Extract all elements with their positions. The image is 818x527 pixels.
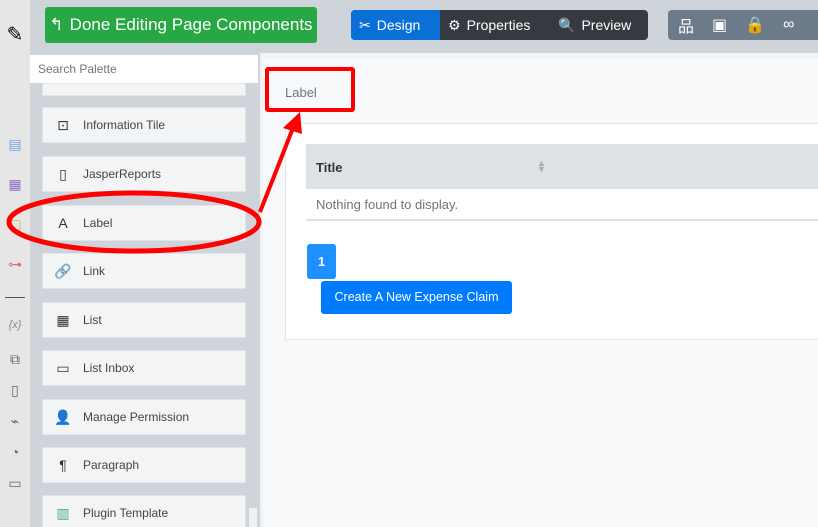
script-icon[interactable]: ▭: [5, 475, 25, 492]
list-icon: ▦: [56, 311, 70, 328]
label-text: Label: [285, 85, 317, 100]
sitemap-icon[interactable]: 品: [678, 13, 694, 37]
item-label: Label: [83, 216, 113, 230]
item-label: JasperReports: [83, 167, 162, 181]
page-button[interactable]: 1: [307, 244, 336, 279]
tool-group: 品 ▣ 🔒 ∞: [668, 10, 818, 40]
tab-design[interactable]: ✂ Design: [351, 10, 440, 40]
tab-properties[interactable]: ⚙ Properties: [440, 10, 550, 40]
item-label: Manage Permission: [83, 410, 190, 424]
mode-toggle: ✂ Design ⚙ Properties 🔍 Preview: [351, 10, 648, 40]
palette-item-list-inbox[interactable]: ▭ List Inbox: [42, 350, 246, 386]
gauge-icon[interactable]: ◔: [5, 444, 25, 460]
tab-preview[interactable]: 🔍 Preview: [550, 10, 639, 40]
tile-icon: ⊡: [57, 116, 69, 133]
palette-item-manage-permission[interactable]: 👤 Manage Permission: [42, 399, 246, 435]
table-header-title[interactable]: Title: [306, 144, 818, 189]
left-rail: ✎ ▤ ▦ ▢ ⊶ {x} ⧉ ▯ ⌁ ◔ ▭: [0, 0, 30, 527]
item-label: List Inbox: [83, 361, 135, 375]
template-icon: ▥: [56, 504, 70, 521]
lock-icon[interactable]: 🔒: [745, 15, 765, 35]
translate-icon[interactable]: ⧉: [5, 351, 25, 368]
create-expense-claim-button[interactable]: Create A New Expense Claim: [321, 281, 512, 314]
variable-icon[interactable]: {x}: [5, 319, 25, 331]
page-icon[interactable]: ▤: [5, 136, 25, 153]
back-arrow-icon: ↰: [49, 15, 64, 34]
palette-scrollbar[interactable]: [249, 508, 257, 527]
edit-icon[interactable]: ✎: [5, 22, 25, 47]
binoculars-icon[interactable]: ∞: [783, 16, 794, 34]
palette-item-paragraph[interactable]: ¶ Paragraph: [42, 447, 246, 483]
tab-label: Properties: [466, 17, 531, 33]
empty-text: Nothing found to display.: [316, 197, 459, 212]
letter-a-icon: A: [58, 215, 68, 231]
search-palette-input[interactable]: [30, 55, 258, 83]
item-label: Information Tile: [83, 118, 166, 132]
report-icon[interactable]: ▯: [5, 382, 25, 399]
palette-item-jasperreports[interactable]: ▯ JasperReports: [42, 156, 246, 192]
paragraph-icon: ¶: [59, 457, 67, 473]
report-file-icon: ▯: [59, 165, 67, 182]
palette-item-plugin-template[interactable]: ▥ Plugin Template: [42, 495, 246, 527]
sort-icon[interactable]: ▲ ▼: [537, 159, 546, 174]
form-icon[interactable]: ▢: [5, 216, 25, 233]
user-lock-icon: 👤: [54, 408, 72, 425]
design-icon: ✂: [359, 16, 371, 33]
column-title: Title: [316, 160, 343, 175]
palette-item-information-tile[interactable]: ⊡ Information Tile: [42, 107, 246, 143]
done-editing-button[interactable]: ↰ Done Editing Page Components: [45, 7, 317, 43]
item-label: List: [83, 313, 102, 327]
rail-divider: [5, 297, 25, 298]
palette-item-link[interactable]: 🔗 Link: [42, 253, 246, 289]
inbox-icon: ▭: [56, 359, 70, 376]
flow-icon[interactable]: ⊶: [5, 256, 25, 273]
preview-icon: 🔍: [558, 16, 576, 33]
plugin-icon[interactable]: ⌁: [5, 413, 25, 430]
table-icon[interactable]: ▦: [5, 176, 25, 193]
table-empty-row: Nothing found to display.: [306, 189, 818, 221]
item-label: Link: [83, 264, 106, 278]
component-palette: ⊡Information Tile ▯JasperReports ALabel …: [30, 53, 260, 527]
palette-item-label[interactable]: A Label: [42, 205, 246, 241]
link-icon: 🔗: [54, 262, 72, 279]
done-label: Done Editing Page Components: [69, 15, 313, 34]
item-label: Paragraph: [83, 458, 140, 472]
tab-label: Design: [376, 17, 421, 33]
palette-item-partial[interactable]: [42, 83, 246, 96]
palette-item-list[interactable]: ▦ List: [42, 302, 246, 338]
tab-label: Preview: [581, 17, 632, 33]
item-label: Plugin Template: [83, 506, 169, 520]
gear-icon: ⚙: [448, 16, 461, 33]
label-component[interactable]: Label: [265, 67, 355, 112]
column-icon[interactable]: ▣: [712, 15, 727, 35]
